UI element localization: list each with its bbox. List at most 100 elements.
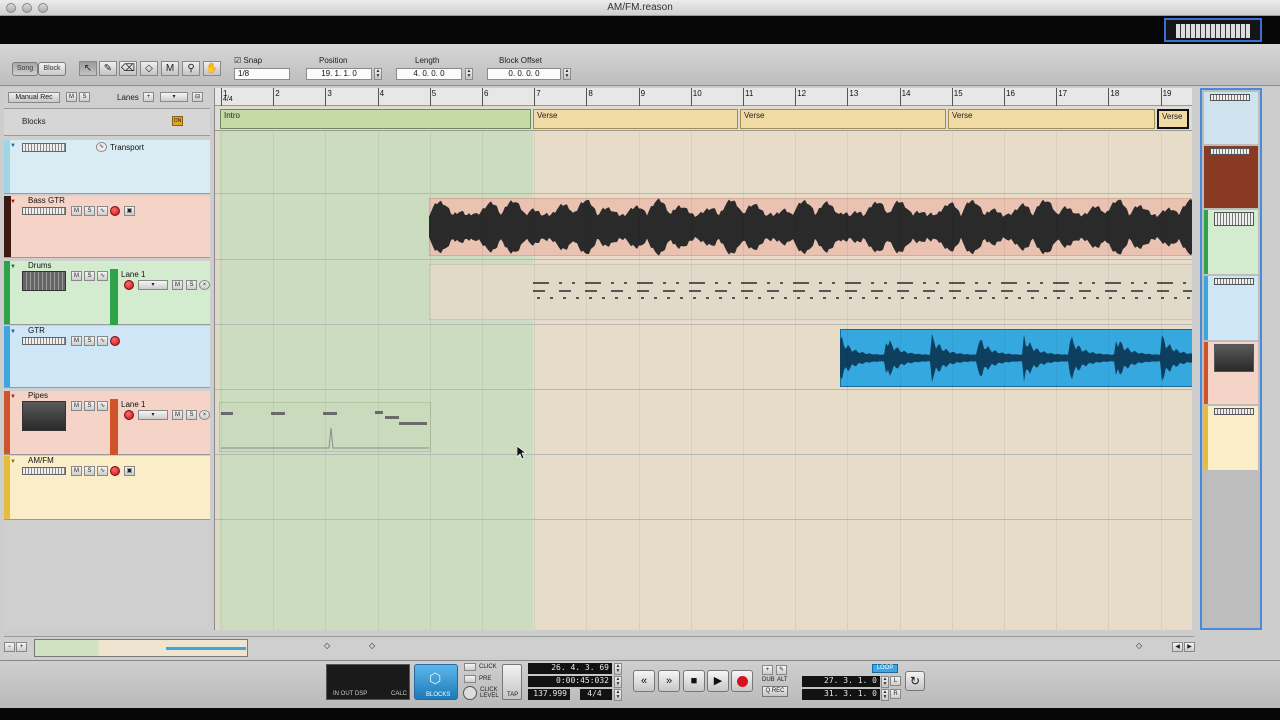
track-drums[interactable]: ▼ Drums M S ∿ Lane 1 ▾ M S ×	[4, 261, 210, 325]
record-button[interactable]	[731, 670, 753, 692]
loop-right-stepper[interactable]: ▲ ▼	[881, 689, 889, 701]
lane-dropdown[interactable]: ▾	[138, 280, 168, 290]
block-offset-field[interactable]: 0. 0. 0. 0	[487, 68, 561, 80]
block-mode-button[interactable]: Block	[38, 62, 66, 76]
length-stepper[interactable]: ▲ ▼	[465, 68, 473, 80]
expand-arrow-icon[interactable]: ▼	[10, 394, 16, 400]
lane-solo-button[interactable]: S	[186, 410, 197, 420]
razor-tool-icon[interactable]: ◇	[140, 61, 158, 76]
minimize-window-button[interactable]	[22, 3, 32, 13]
magnify-tool-icon[interactable]: ⚲	[182, 61, 200, 76]
block-verse-2[interactable]: Verse	[740, 109, 946, 129]
rewind-button[interactable]: «	[633, 670, 655, 692]
hand-tool-icon[interactable]: ✋	[203, 61, 221, 76]
song-overview-scrollbar[interactable]: − + ◇ ◇ ◇ ◀ ▶	[4, 636, 1195, 658]
length-field[interactable]: 4. 0. 0. 0	[396, 68, 462, 80]
block-verse-4-selected[interactable]: Verse	[1157, 109, 1189, 129]
quantize-record-button[interactable]: Q REC	[762, 686, 788, 697]
left-locator-icon[interactable]: ◇	[324, 641, 330, 650]
track-gtr[interactable]: ▼ GTR M S ∿	[4, 326, 210, 388]
blocks-track-header[interactable]: Blocks ON	[4, 108, 210, 136]
new-dub-button[interactable]: +	[762, 665, 773, 675]
song-end-marker-icon[interactable]: ◇	[369, 641, 375, 650]
track-pipes[interactable]: ▼ Pipes M S ∿ Lane 1 ▾ M S ×	[4, 391, 210, 455]
block-verse-1[interactable]: Verse	[533, 109, 738, 129]
blocks-toggle-button[interactable]: ⬡ BLOCKS	[414, 664, 458, 700]
solo-button[interactable]: S	[84, 271, 95, 281]
record-enable-button[interactable]	[110, 466, 120, 476]
expand-arrow-icon[interactable]: ▼	[10, 459, 16, 465]
rack-device-gtr[interactable]	[1204, 276, 1258, 340]
zoom-out-icon[interactable]: −	[4, 642, 15, 652]
zoom-window-button[interactable]	[38, 3, 48, 13]
lane-record-button[interactable]	[124, 410, 134, 420]
mute-button[interactable]: M	[71, 271, 82, 281]
snap-value-select[interactable]: 1/8	[234, 68, 290, 80]
close-window-button[interactable]	[6, 3, 16, 13]
monitor-button[interactable]: ▣	[124, 206, 135, 216]
solo-button[interactable]: S	[84, 336, 95, 346]
loop-left-stepper[interactable]: ▲ ▼	[881, 676, 889, 688]
mute-button[interactable]: M	[71, 466, 82, 476]
global-mute-button[interactable]: M	[66, 92, 77, 102]
position-field[interactable]: 19. 1. 1. 0	[306, 68, 372, 80]
automation-button[interactable]: ∿	[97, 466, 108, 476]
lane-dropdown[interactable]: ▾	[138, 410, 168, 420]
tempo-display[interactable]: 137.999	[528, 689, 570, 700]
song-position-bars[interactable]: 26. 4. 3. 69	[528, 663, 612, 674]
automation-button[interactable]: ∿	[97, 336, 108, 346]
left-locator-button[interactable]: L	[890, 676, 901, 686]
stop-button[interactable]: ■	[683, 670, 705, 692]
block-offset-stepper[interactable]: ▲ ▼	[563, 68, 571, 80]
drums-note-clip[interactable]	[429, 264, 1192, 320]
delete-lane-icon[interactable]: ×	[199, 280, 210, 290]
delete-lane-icon[interactable]: ×	[199, 410, 210, 420]
mute-button[interactable]: M	[71, 206, 82, 216]
loop-toggle-button[interactable]: LOOP	[872, 664, 898, 673]
position-stepper[interactable]: ▲ ▼	[374, 68, 382, 80]
manual-rec-button[interactable]: Manual Rec	[8, 92, 60, 103]
expand-arrow-icon[interactable]: ▼	[10, 264, 16, 270]
solo-button[interactable]: S	[84, 206, 95, 216]
bass-gtr-audio-clip[interactable]	[429, 198, 1192, 256]
expand-arrow-icon[interactable]: ▼	[10, 143, 16, 149]
track-transport[interactable]: ▼ ∿ Transport	[4, 140, 210, 194]
timeline-ruler[interactable]: 4/4 1 2 3 4 5 6 7 8 9 10 11 12 13 14 15 16 17 18 19	[215, 88, 1192, 106]
block-intro[interactable]: Intro	[220, 109, 531, 129]
song-mode-button[interactable]: Song	[12, 62, 38, 76]
lane-solo-button[interactable]: S	[186, 280, 197, 290]
tempo-stepper[interactable]: ▲ ▼	[614, 689, 622, 701]
mute-tool-icon[interactable]: M	[161, 61, 179, 76]
right-locator-icon[interactable]: ◇	[1136, 641, 1142, 650]
zoom-in-icon[interactable]: +	[16, 642, 27, 652]
rack-device-transport[interactable]	[1204, 92, 1258, 144]
eraser-tool-icon[interactable]: ⌫	[119, 61, 137, 76]
solo-button[interactable]: S	[84, 466, 95, 476]
new-alt-button[interactable]: ✎	[776, 665, 787, 675]
reset-icon[interactable]: ↻	[905, 671, 925, 691]
position-time-stepper[interactable]: ▲ ▼	[614, 676, 622, 688]
monitor-button[interactable]: ▣	[124, 466, 135, 476]
scroll-left-icon[interactable]: ◀	[1172, 642, 1183, 652]
select-tool-icon[interactable]: ↖	[79, 61, 97, 76]
automation-icon[interactable]: ∿	[96, 142, 107, 152]
automation-button[interactable]: ∿	[97, 206, 108, 216]
tap-tempo-button[interactable]: TAP	[502, 664, 522, 700]
record-enable-button[interactable]	[110, 206, 120, 216]
mute-button[interactable]: M	[71, 336, 82, 346]
click-level-knob[interactable]	[463, 686, 477, 700]
scroll-right-icon[interactable]: ▶	[1184, 642, 1195, 652]
automation-button[interactable]: ∿	[97, 401, 108, 411]
expand-arrow-icon[interactable]: ▼	[10, 199, 16, 205]
lane-record-button[interactable]	[124, 280, 134, 290]
delete-lane-button[interactable]: ⊟	[192, 92, 203, 102]
rack-navigator-thumbnail[interactable]	[1164, 18, 1262, 42]
snap-checkbox[interactable]: ☑ Snap	[234, 56, 262, 65]
pencil-tool-icon[interactable]: ✎	[99, 61, 117, 76]
pre-count-toggle[interactable]	[464, 675, 476, 683]
rack-device-pipes[interactable]	[1204, 342, 1258, 404]
play-button[interactable]: ▶	[707, 670, 729, 692]
click-toggle[interactable]	[464, 663, 476, 671]
record-enable-button[interactable]	[110, 336, 120, 346]
fast-forward-button[interactable]: »	[658, 670, 680, 692]
